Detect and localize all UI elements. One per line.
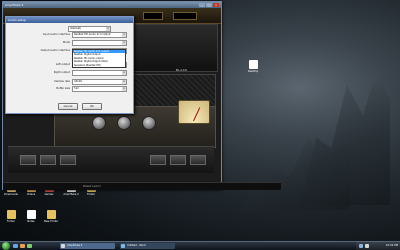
audio-setup-dialog[interactable]: Audio setup (Default) ▾ Input audio inte…: [5, 16, 134, 114]
desktop-icon[interactable]: Folder: [2, 210, 20, 223]
setting-label: Input audio interface: [42, 33, 70, 36]
rack-button[interactable]: [150, 155, 166, 165]
select-value: Realtek HD Audio 2nd output: [74, 33, 111, 36]
rack-button[interactable]: [190, 155, 206, 165]
tuner-display[interactable]: [173, 12, 197, 20]
setting-label: Sample rate: [54, 80, 70, 83]
setting-label: Left output: [55, 63, 70, 66]
app-icon: [61, 244, 65, 248]
chevron-down-icon[interactable]: ▾: [122, 80, 126, 84]
setting-label: Mode: [62, 41, 70, 44]
setting-select[interactable]: 44100 ▾: [72, 79, 127, 85]
desktop-icon-label: AmpliTube 2: [63, 193, 79, 196]
desktop-icon-label: Folder: [87, 193, 95, 196]
setting-row: Buffer size 512 ▾: [6, 86, 133, 92]
desktop-icon-label: Videos: [26, 193, 36, 196]
network-icon[interactable]: [359, 244, 363, 248]
setting-row: Right output ▾: [6, 70, 133, 76]
maximize-button[interactable]: □: [206, 3, 212, 7]
desktop-icon-label: Downloads: [4, 193, 18, 196]
system-tray: 10:52 PM: [356, 242, 400, 250]
rack-button[interactable]: [20, 155, 36, 165]
select-value: 44100: [74, 80, 82, 83]
gain-knob[interactable]: [92, 116, 106, 130]
desktop-icon[interactable]: New Folder: [42, 210, 60, 223]
tone-knob[interactable]: [117, 116, 131, 130]
desktop-icon-label: Desktop: [247, 70, 259, 73]
desktop-icon-label: Folder: [7, 220, 15, 223]
volume-knob[interactable]: [142, 116, 156, 130]
desktop-icon[interactable]: Desktop: [244, 60, 262, 73]
quick-launch-icon[interactable]: [13, 244, 18, 248]
setting-row: Sample rate 44100 ▾: [6, 79, 133, 85]
desktop-icon-label: New Folder: [44, 220, 58, 223]
select-value: 512: [74, 87, 79, 90]
setting-row: Mode ▾: [6, 40, 133, 46]
vu-needle: [193, 107, 201, 122]
volume-icon[interactable]: [365, 244, 369, 248]
setting-select[interactable]: ▾: [72, 70, 127, 76]
desktop-icon[interactable]: Notes: [22, 210, 40, 223]
dropdown-option[interactable]: Speakers (Realtek HD): [73, 64, 125, 67]
taskbar: AmpliTube 2 Untitled - Paint 10:52 PM: [0, 241, 400, 250]
rack-button[interactable]: [40, 155, 56, 165]
file-icon: [6, 210, 16, 219]
file-icon: [26, 210, 36, 219]
dialog-title: Audio setup: [6, 17, 133, 23]
preset-display[interactable]: [143, 12, 163, 20]
chevron-down-icon[interactable]: ▾: [122, 71, 126, 75]
rack-button[interactable]: [170, 155, 186, 165]
chevron-down-icon[interactable]: ▾: [122, 41, 126, 45]
chevron-down-icon[interactable]: ▾: [106, 27, 110, 31]
setting-select[interactable]: ▾: [72, 40, 127, 46]
setting-label: Right output: [53, 71, 70, 74]
clock[interactable]: 10:52 PM: [386, 242, 398, 250]
taskbar-button[interactable]: Untitled - Paint: [120, 243, 175, 249]
select-value: (Default): [70, 27, 82, 30]
amp-title: AmpliTube 2: [5, 3, 24, 7]
taskbar-button-label: AmpliTube 2: [67, 244, 83, 247]
desktop-icon-label: Games: [44, 193, 54, 196]
amp-badge: BLACK: [176, 68, 188, 72]
amp-status-bar: Preset: Lead 1: [3, 182, 281, 190]
start-button[interactable]: [2, 242, 10, 250]
ok-button[interactable]: OK: [82, 103, 102, 110]
file-icon: [46, 210, 56, 219]
input-device-dropdown[interactable]: Realtek HD Audio 2nd output Realtek Digit…: [72, 49, 126, 69]
wallpaper-mountain: [240, 122, 350, 210]
file-icon: [248, 60, 258, 69]
minimize-button[interactable]: _: [199, 3, 205, 7]
vu-meter: [178, 100, 210, 124]
setting-label: Buffer size: [56, 87, 70, 90]
setting-select[interactable]: Realtek HD Audio 2nd output ▾: [72, 32, 127, 38]
app-icon: [121, 244, 125, 248]
desktop-icon-label: Notes: [27, 220, 35, 223]
rack-button[interactable]: [60, 155, 76, 165]
close-button[interactable]: x: [213, 3, 219, 7]
cancel-button[interactable]: Cancel: [58, 103, 78, 110]
setting-label: Output audio interface: [40, 49, 70, 52]
taskbar-button[interactable]: AmpliTube 2: [60, 243, 115, 249]
quick-launch-icon[interactable]: [20, 244, 25, 248]
setting-select[interactable]: 512 ▾: [72, 86, 127, 92]
status-item: Preset: Lead 1: [83, 185, 101, 188]
chevron-down-icon[interactable]: ▾: [122, 87, 126, 91]
chevron-down-icon[interactable]: ▾: [122, 33, 126, 37]
quick-launch-icon[interactable]: [27, 244, 32, 248]
setting-row: Input audio interface Realtek HD Audio 2n…: [6, 32, 133, 38]
taskbar-button-label: Untitled - Paint: [127, 244, 146, 247]
